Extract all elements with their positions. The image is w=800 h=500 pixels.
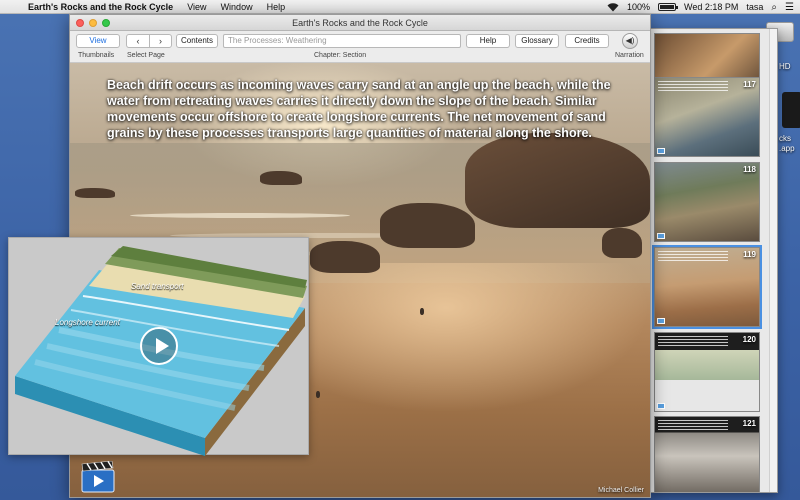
window-minimize-button[interactable] bbox=[89, 19, 97, 27]
play-button[interactable] bbox=[140, 327, 178, 365]
battery-percent: 100% bbox=[627, 2, 651, 12]
bird bbox=[316, 391, 320, 398]
thumbnail-current[interactable]: 119 bbox=[652, 245, 762, 329]
contents-button[interactable]: Contents bbox=[176, 34, 218, 48]
longshore-current-label: Longshore current bbox=[55, 318, 120, 327]
thumbnails-label: Thumbnails bbox=[78, 52, 115, 59]
sand-transport-label: Sand transport bbox=[131, 282, 184, 291]
thumbnail[interactable]: 120 bbox=[654, 332, 760, 412]
next-page-button[interactable]: › bbox=[149, 35, 171, 47]
photo-credit: Michael Collier bbox=[598, 487, 644, 494]
chapter-section-field[interactable]: The Processes: Weathering bbox=[223, 34, 461, 48]
bird bbox=[420, 308, 424, 315]
rock-right bbox=[602, 228, 642, 258]
battery-icon[interactable] bbox=[658, 3, 679, 11]
app-icon[interactable] bbox=[782, 92, 800, 128]
credits-button[interactable]: Credits bbox=[565, 34, 609, 48]
video-badge-icon bbox=[657, 403, 665, 409]
thumbnails-panel: 117 118 119 120 121 bbox=[650, 28, 778, 493]
menu-view[interactable]: View bbox=[180, 2, 213, 12]
page-caption: Beach drift occurs as incoming waves car… bbox=[107, 78, 611, 140]
narration-speaker-icon[interactable]: ◀) bbox=[622, 33, 638, 49]
clock[interactable]: Wed 2:18 PM bbox=[684, 2, 738, 12]
previous-page-button[interactable]: ‹ bbox=[127, 35, 149, 47]
video-badge-icon bbox=[657, 148, 665, 154]
thumbnail[interactable]: 118 bbox=[654, 162, 760, 242]
movie-clapper-icon[interactable] bbox=[80, 460, 116, 493]
chapter-section-label: Chapter: Section bbox=[314, 52, 367, 59]
thumbnail[interactable]: 121 bbox=[654, 416, 760, 492]
wet-sand bbox=[310, 263, 650, 413]
notification-center-icon[interactable]: ☰ bbox=[785, 2, 794, 13]
page-stepper: ‹ › bbox=[126, 34, 172, 48]
window-zoom-button[interactable] bbox=[102, 19, 110, 27]
video-player[interactable]: Sand transport Longshore current bbox=[8, 237, 309, 456]
rock-large bbox=[465, 133, 650, 228]
user-name[interactable]: tasa bbox=[746, 2, 763, 12]
desktop-label-app-2[interactable]: .app bbox=[779, 144, 795, 153]
view-button[interactable]: View bbox=[76, 34, 120, 48]
menu-app-name[interactable]: Earth's Rocks and the Rock Cycle bbox=[22, 2, 180, 12]
thumbnails-scrollbar[interactable] bbox=[769, 29, 777, 492]
rock-mid bbox=[380, 203, 475, 248]
narration-label: Narration bbox=[615, 52, 644, 59]
menu-window[interactable]: Window bbox=[214, 2, 260, 12]
menu-help[interactable]: Help bbox=[260, 2, 293, 12]
help-button[interactable]: Help bbox=[466, 34, 510, 48]
rock-small bbox=[310, 241, 380, 273]
toolbar: View Thumbnails ‹ › Select Page Contents… bbox=[70, 31, 650, 63]
window-close-button[interactable] bbox=[76, 19, 84, 27]
menu-extras: 100% Wed 2:18 PM tasa ⌕ ☰ bbox=[607, 0, 794, 14]
menu-bar: Earth's Rocks and the Rock Cycle View Wi… bbox=[0, 0, 800, 14]
window-title: Earth's Rocks and the Rock Cycle bbox=[292, 18, 428, 28]
glossary-button[interactable]: Glossary bbox=[515, 34, 559, 48]
window-titlebar[interactable]: Earth's Rocks and the Rock Cycle bbox=[70, 15, 650, 31]
rock-left bbox=[75, 188, 115, 198]
spotlight-search-icon[interactable]: ⌕ bbox=[771, 2, 777, 13]
wifi-icon[interactable] bbox=[607, 2, 619, 12]
desktop-label-app-1[interactable]: cks bbox=[779, 134, 791, 143]
video-badge-icon bbox=[657, 233, 665, 239]
desktop-label-hd[interactable]: HD bbox=[779, 62, 791, 71]
video-badge-icon bbox=[657, 318, 665, 324]
select-page-label: Select Page bbox=[127, 52, 165, 59]
thumbnail[interactable]: 117 bbox=[654, 77, 760, 157]
rock-distant bbox=[260, 171, 302, 185]
